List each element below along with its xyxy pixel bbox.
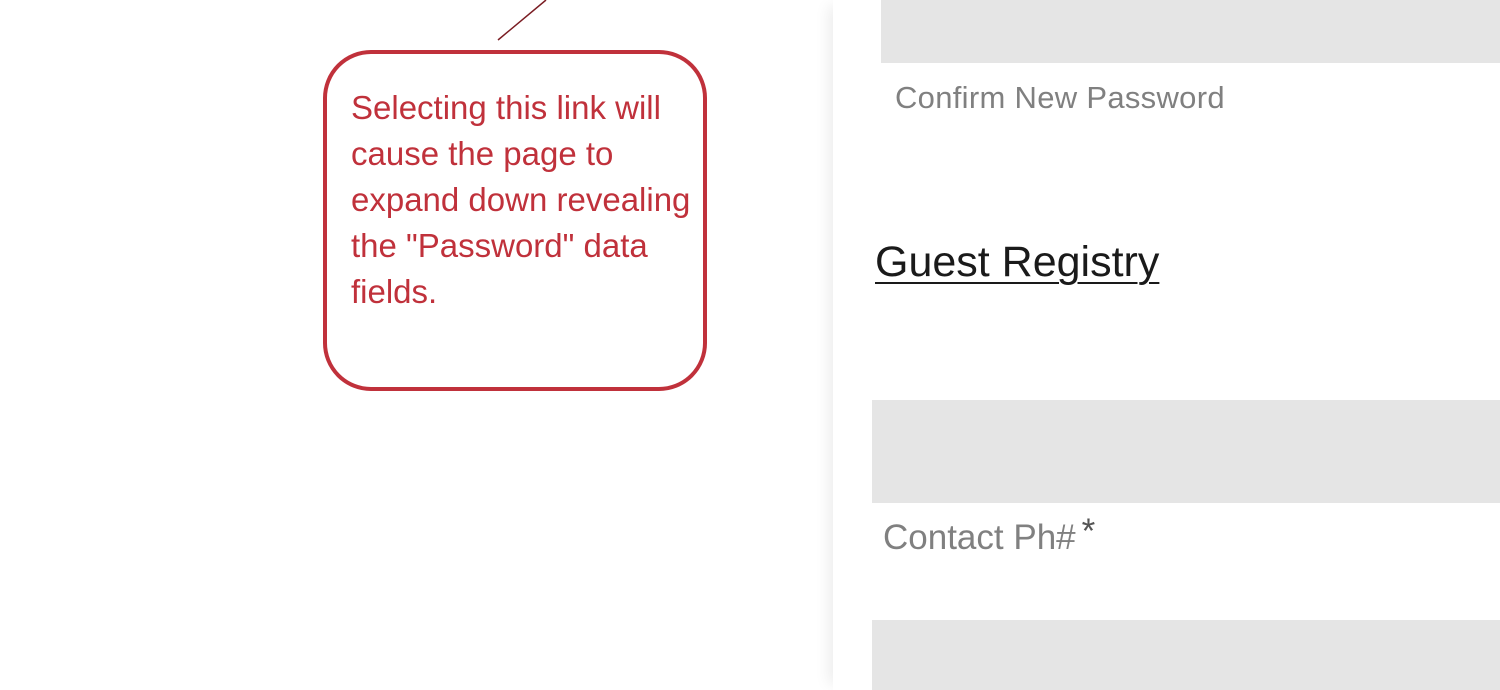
form-panel: Confirm New Password Guest Registry Cont… xyxy=(833,0,1500,690)
confirm-password-label: Confirm New Password xyxy=(895,80,1225,115)
annotation-callout: Selecting this link will cause the page … xyxy=(323,50,707,391)
screenshot-canvas: Selecting this link will cause the page … xyxy=(0,0,1500,690)
required-marker: * xyxy=(1081,512,1096,551)
confirm-password-input[interactable] xyxy=(881,0,1500,63)
contact-phone-label: Contact Ph# * xyxy=(883,512,1095,558)
next-form-input[interactable] xyxy=(872,620,1500,690)
contact-phone-label-text: Contact Ph# xyxy=(883,518,1076,557)
contact-phone-input[interactable] xyxy=(872,400,1500,503)
callout-text: Selecting this link will cause the page … xyxy=(351,89,691,310)
guest-registry-heading[interactable]: Guest Registry xyxy=(875,238,1159,287)
